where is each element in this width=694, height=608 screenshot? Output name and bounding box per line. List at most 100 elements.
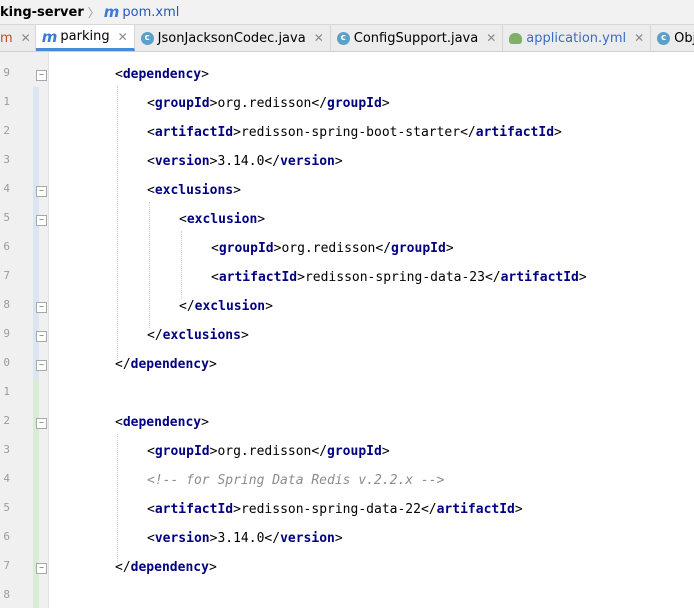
xml-tag: groupId bbox=[154, 444, 210, 459]
indent-guide bbox=[149, 202, 150, 328]
code-line[interactable]: <groupId>org.redisson</groupId> bbox=[147, 94, 390, 114]
xml-tag: artifactId bbox=[475, 125, 555, 140]
tab-parking[interactable]: m parking ✕ bbox=[35, 25, 135, 51]
code-line[interactable]: <artifactId>redisson-spring-boot-starter… bbox=[147, 123, 562, 143]
xml-tag: groupId bbox=[327, 96, 382, 111]
code-editor[interactable]: 9 1 2 3 4 5 6 7 8 9 0 1 2 3 4 5 6 7 8 − … bbox=[0, 52, 694, 608]
breadcrumb-file[interactable]: pom.xml bbox=[122, 5, 179, 20]
line-number: 8 bbox=[3, 298, 10, 311]
xml-tag: dependency bbox=[122, 67, 202, 82]
code-line[interactable]: </exclusion> bbox=[179, 297, 273, 317]
xml-tag: dependency bbox=[130, 560, 209, 575]
xml-value: redisson-spring-data-22 bbox=[240, 502, 421, 517]
line-number: 3 bbox=[3, 443, 10, 456]
tab-objectmap[interactable]: c ObjectMap bbox=[651, 25, 694, 51]
xml-tag: exclusions bbox=[162, 328, 241, 343]
code-line[interactable]: <artifactId>redisson-spring-data-23</art… bbox=[211, 268, 587, 288]
line-number: 5 bbox=[3, 211, 10, 224]
breadcrumb-separator-icon: 〉 bbox=[87, 5, 100, 20]
tab-partial-left[interactable]: m ✕ bbox=[0, 25, 36, 51]
class-c-icon: c bbox=[336, 31, 350, 45]
line-number: 8 bbox=[3, 588, 10, 601]
line-number: 7 bbox=[3, 269, 10, 282]
line-number: 1 bbox=[3, 385, 10, 398]
code-line[interactable]: <groupId>org.redisson</groupId> bbox=[211, 239, 454, 259]
maven-m-icon: m bbox=[103, 3, 120, 21]
code-line[interactable]: <exclusion> bbox=[179, 210, 265, 230]
tab-label: application.yml bbox=[526, 30, 627, 46]
xml-tag: version bbox=[154, 531, 210, 546]
code-line[interactable]: <exclusions> bbox=[147, 181, 241, 201]
code-line[interactable]: <dependency> bbox=[115, 413, 209, 433]
line-number: 2 bbox=[3, 414, 10, 427]
close-icon[interactable]: ✕ bbox=[634, 31, 644, 45]
tab-label: ConfigSupport.java bbox=[353, 30, 479, 46]
fold-end-icon[interactable]: − bbox=[36, 331, 47, 342]
xml-value: redisson-spring-boot-starter bbox=[240, 125, 461, 140]
breadcrumb: king-server 〉 m pom.xml bbox=[0, 0, 694, 25]
line-number: 1 bbox=[3, 95, 10, 108]
close-icon[interactable]: ✕ bbox=[118, 30, 128, 44]
tab-label: parking bbox=[60, 29, 110, 44]
xml-value: org.redisson bbox=[217, 444, 312, 459]
fold-collapse-icon[interactable]: − bbox=[36, 186, 47, 197]
tab-partial-label: m bbox=[0, 30, 13, 46]
code-line[interactable]: <dependency> bbox=[115, 65, 209, 85]
indent-guide bbox=[117, 86, 118, 360]
code-line[interactable]: <artifactId>redisson-spring-data-22</art… bbox=[147, 500, 523, 520]
xml-tag: artifactId bbox=[218, 270, 298, 285]
xml-tag: groupId bbox=[154, 96, 210, 111]
line-number: 4 bbox=[3, 472, 10, 485]
xml-tag: exclusion bbox=[194, 299, 266, 314]
xml-tag: dependency bbox=[122, 415, 202, 430]
xml-tag: groupId bbox=[391, 241, 446, 256]
fold-collapse-icon[interactable]: − bbox=[36, 418, 47, 429]
xml-value: 3.14.0 bbox=[217, 154, 265, 169]
fold-collapse-icon[interactable]: − bbox=[36, 70, 47, 81]
xml-tag: artifactId bbox=[154, 125, 234, 140]
code-comment[interactable]: <!-- for Spring Data Redis v.2.2.x --> bbox=[147, 471, 444, 491]
tab-label: ObjectMap bbox=[674, 30, 694, 46]
breadcrumb-project[interactable]: king-server bbox=[0, 5, 84, 20]
code-line[interactable]: </dependency> bbox=[115, 558, 217, 578]
tab-application-yml[interactable]: application.yml ✕ bbox=[503, 25, 652, 51]
line-number: 9 bbox=[3, 66, 10, 79]
xml-tag: version bbox=[280, 154, 335, 169]
xml-tag: artifactId bbox=[500, 270, 579, 285]
close-icon[interactable]: ✕ bbox=[314, 31, 324, 45]
tab-jsonjacksoncodec[interactable]: c JsonJacksonCodec.java ✕ bbox=[135, 25, 331, 51]
indent-guide bbox=[181, 231, 182, 299]
xml-tag: groupId bbox=[327, 444, 382, 459]
xml-value: org.redisson bbox=[281, 241, 376, 256]
fold-end-icon[interactable]: − bbox=[36, 302, 47, 313]
xml-value: redisson-spring-data-23 bbox=[304, 270, 485, 285]
xml-tag: exclusions bbox=[154, 183, 234, 198]
class-c-icon: c bbox=[140, 31, 154, 45]
close-icon[interactable]: ✕ bbox=[486, 31, 496, 45]
line-number: 2 bbox=[3, 124, 10, 137]
fold-end-icon[interactable]: − bbox=[36, 563, 47, 574]
line-number: 9 bbox=[3, 327, 10, 340]
line-number: 4 bbox=[3, 182, 10, 195]
close-icon[interactable]: ✕ bbox=[21, 31, 31, 45]
code-line[interactable]: <version>3.14.0</version> bbox=[147, 529, 343, 549]
fold-collapse-icon[interactable]: − bbox=[36, 215, 47, 226]
code-line[interactable]: <version>3.14.0</version> bbox=[147, 152, 343, 172]
xml-tag: version bbox=[280, 531, 335, 546]
tab-label: JsonJacksonCodec.java bbox=[157, 30, 306, 46]
line-number: 7 bbox=[3, 559, 10, 572]
fold-end-icon[interactable]: − bbox=[36, 360, 47, 371]
line-number: 6 bbox=[3, 530, 10, 543]
code-line[interactable]: <groupId>org.redisson</groupId> bbox=[147, 442, 390, 462]
xml-tag: version bbox=[154, 154, 210, 169]
tab-configsupport[interactable]: c ConfigSupport.java ✕ bbox=[331, 25, 504, 51]
line-number: 3 bbox=[3, 153, 10, 166]
maven-m-icon: m bbox=[41, 27, 58, 46]
editor-tab-bar: m ✕ m parking ✕ c JsonJacksonCodec.java … bbox=[0, 25, 694, 52]
xml-value: 3.14.0 bbox=[217, 531, 265, 546]
xml-value: org.redisson bbox=[217, 96, 312, 111]
line-number: 5 bbox=[3, 501, 10, 514]
editor-gutter: 9 1 2 3 4 5 6 7 8 9 0 1 2 3 4 5 6 7 8 − … bbox=[0, 52, 49, 608]
code-line[interactable]: </exclusions> bbox=[147, 326, 249, 346]
code-line[interactable]: </dependency> bbox=[115, 355, 217, 375]
